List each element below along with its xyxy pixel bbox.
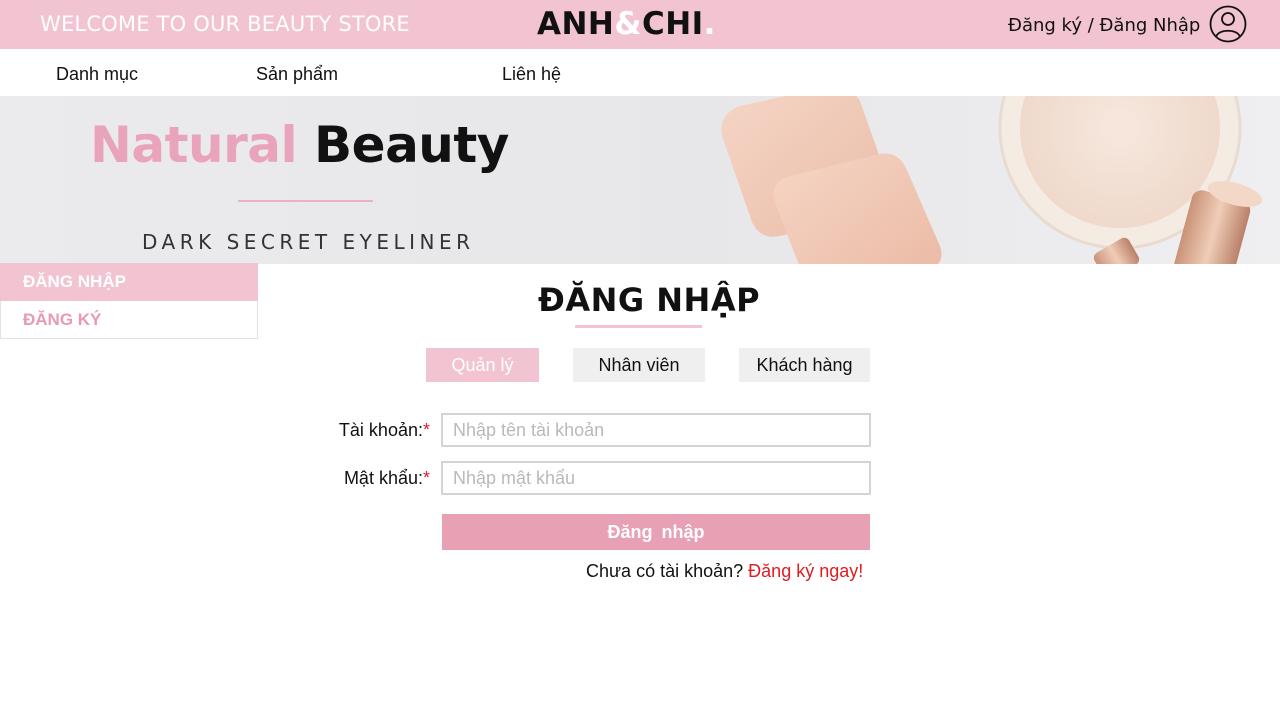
store-logo[interactable]: ANH&CHI. [537,6,716,42]
password-label: Mật khẩu:* [330,468,430,489]
makeup-products-image [721,96,1263,264]
banner-subtitle: DARK SECRET EYELINER [142,230,475,254]
signup-link[interactable]: Đăng ký ngay! [748,561,863,581]
user-circle-icon[interactable] [1209,5,1247,43]
auth-sidebar: ĐĂNG NHẬP ĐĂNG KÝ [0,263,258,339]
tab-customer[interactable]: Khách hàng [739,348,870,382]
banner-title-word-1: Natural [90,116,298,174]
banner-divider [238,200,373,202]
nav-item-products[interactable]: Sản phẩm [256,64,338,85]
banner-title: Natural Beauty [90,116,509,174]
password-label-text: Mật khẩu: [343,468,423,488]
logo-dot: . [703,6,716,42]
username-label-text: Tài khoản: [338,420,423,440]
nav-item-categories[interactable]: Danh mục [56,64,138,85]
username-label: Tài khoản:* [330,420,430,441]
required-mark: * [422,468,430,488]
top-bar: WELCOME TO OUR BEAUTY STORE ANH&CHI. Đăn… [0,0,1280,49]
main-nav: Danh mục Sản phẩm Liên hệ [0,49,1280,96]
logo-text-1: ANH [537,6,615,42]
sidebar-item-login[interactable]: ĐĂNG NHẬP [0,263,258,301]
title-underline [575,325,702,328]
username-input[interactable] [441,413,871,447]
register-login-link[interactable]: Đăng ký / Đăng Nhập [1008,15,1200,36]
login-button[interactable]: Đăng nhập [442,514,870,550]
tab-staff[interactable]: Nhân viên [573,348,705,382]
hero-banner: Natural Beauty DARK SECRET EYELINER [0,96,1280,264]
tab-manager[interactable]: Quản lý [426,348,539,382]
nav-item-contact[interactable]: Liên hệ [502,64,561,85]
password-input[interactable] [441,461,871,495]
signup-prompt: Chưa có tài khoản? Đăng ký ngay! [586,561,863,582]
page-title: ĐĂNG NHẬP [538,281,761,319]
no-account-text: Chưa có tài khoản? [586,561,744,581]
welcome-text: WELCOME TO OUR BEAUTY STORE [40,12,410,36]
logo-text-2: CHI [641,6,704,42]
sidebar-item-register[interactable]: ĐĂNG KÝ [0,301,258,339]
required-mark: * [422,420,430,440]
logo-ampersand: & [614,6,642,42]
banner-title-word-2: Beauty [314,116,509,174]
